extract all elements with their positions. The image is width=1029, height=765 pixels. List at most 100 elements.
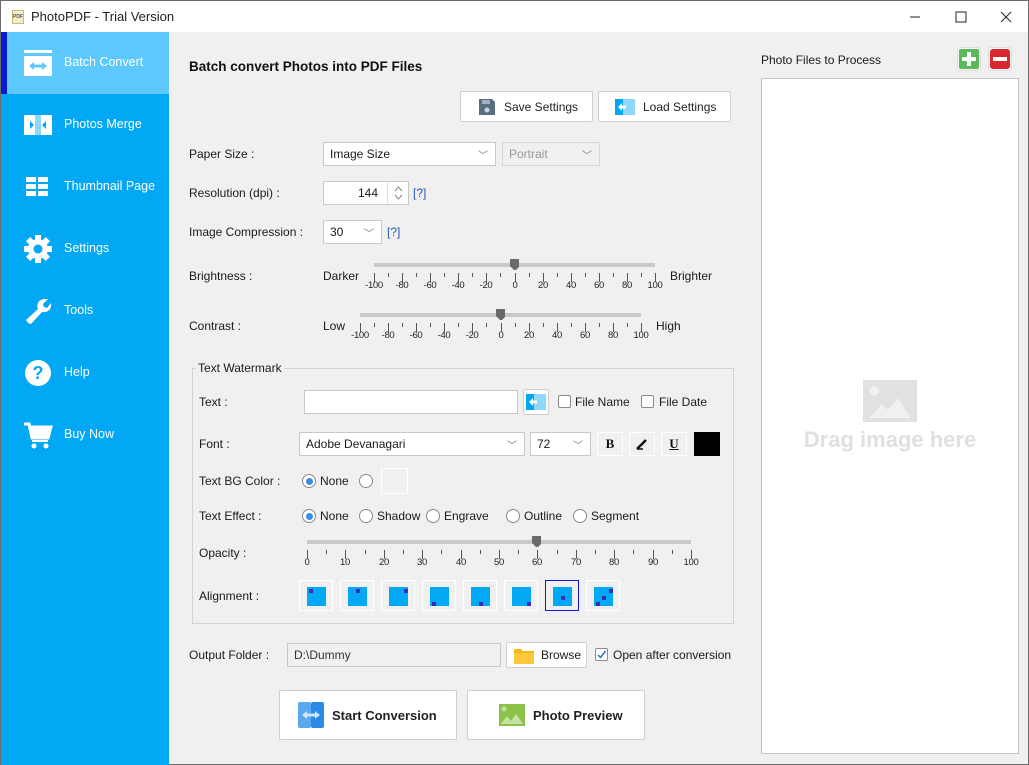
- close-icon: [1000, 11, 1012, 22]
- load-settings-button[interactable]: Load Settings: [598, 91, 731, 122]
- slider-tick-label: 50: [494, 557, 504, 568]
- slider-tick-label: 60: [594, 280, 604, 291]
- slider-tick-label: 40: [456, 557, 466, 568]
- remove-files-button[interactable]: [988, 47, 1012, 71]
- photo-preview-button[interactable]: Photo Preview: [467, 690, 645, 740]
- alignment-bottom-right-button[interactable]: [504, 580, 538, 611]
- resolution-spinner[interactable]: 144: [323, 181, 409, 205]
- sidebar-item-batch-convert[interactable]: Batch Convert: [1, 32, 169, 94]
- alignment-top-right-button[interactable]: [381, 580, 415, 611]
- output-folder-value: D:\Dummy: [294, 648, 351, 662]
- slider-tick-label: -20: [465, 330, 479, 341]
- compression-label: Image Compression :: [189, 225, 304, 239]
- alignment-dot: [561, 596, 565, 600]
- watermark-text-input[interactable]: [304, 390, 518, 414]
- slider-tick: [444, 273, 445, 277]
- sidebar-item-buy-now[interactable]: Buy Now: [1, 404, 169, 466]
- alignment-bottom-center-button[interactable]: [463, 580, 497, 611]
- slider-tick: [627, 323, 628, 327]
- file-name-checkbox[interactable]: [558, 395, 571, 408]
- sidebar-item-thumbnail-page[interactable]: Thumbnail Page: [1, 156, 169, 218]
- alignment-diagonal-button[interactable]: [586, 580, 620, 611]
- photo-files-list[interactable]: Drag image here: [761, 78, 1019, 754]
- bg-none-radio[interactable]: [302, 474, 316, 488]
- bold-button[interactable]: B: [597, 432, 623, 456]
- slider-tick-label: -100: [351, 330, 369, 341]
- up-down-icon: [394, 186, 403, 200]
- slider-thumb[interactable]: [509, 259, 519, 270]
- text-color-swatch[interactable]: [694, 432, 720, 456]
- open-after-conversion-label: Open after conversion: [613, 648, 732, 662]
- alignment-dot: [309, 589, 313, 593]
- slider-thumb[interactable]: [531, 536, 542, 547]
- alignment-bottom-left-button[interactable]: [422, 580, 456, 611]
- sidebar-item-settings[interactable]: Settings: [1, 218, 169, 280]
- insert-text-button[interactable]: [523, 389, 549, 415]
- add-files-button[interactable]: [957, 47, 981, 71]
- save-settings-button[interactable]: Save Settings: [460, 91, 593, 122]
- output-folder-input[interactable]: D:\Dummy: [287, 643, 501, 667]
- slider-tick-label: -80: [381, 330, 395, 341]
- paper-size-label: Paper Size :: [189, 147, 255, 161]
- start-conversion-button[interactable]: Start Conversion: [279, 690, 457, 740]
- load-settings-label: Load Settings: [643, 99, 717, 114]
- convert-arrows-icon: [24, 50, 52, 76]
- effect-radio-outline[interactable]: [506, 509, 520, 523]
- folder-icon: [514, 648, 534, 664]
- cart-icon: [24, 422, 53, 449]
- text-effect-label: Text Effect :: [199, 509, 262, 523]
- chevron-down-icon: ﹀: [478, 151, 488, 162]
- orientation-value: Portrait: [509, 147, 548, 161]
- effect-radio-engrave[interactable]: [426, 509, 440, 523]
- slider-tick-label: 80: [609, 557, 619, 568]
- slider-thumb[interactable]: [495, 309, 505, 320]
- file-date-checkbox[interactable]: [641, 395, 654, 408]
- close-button[interactable]: [983, 1, 1029, 32]
- compression-help-link[interactable]: [?]: [387, 225, 400, 239]
- underline-button[interactable]: U: [661, 432, 687, 456]
- slider-tick: [585, 273, 586, 277]
- slider-tick: [672, 550, 673, 554]
- alignment-top-left-button[interactable]: [299, 580, 333, 611]
- slider-tick: [365, 550, 366, 554]
- slider-tick: [571, 323, 572, 327]
- italic-button[interactable]: [629, 432, 655, 456]
- effect-radio-segment[interactable]: [573, 509, 587, 523]
- effect-radio-none[interactable]: [302, 509, 316, 523]
- slider-tick: [480, 550, 481, 554]
- slider-tick-label: 80: [622, 280, 632, 291]
- font-size-select[interactable]: 72 ﹀: [530, 432, 591, 456]
- maximize-button[interactable]: [938, 1, 984, 32]
- slider-track[interactable]: [307, 540, 691, 544]
- compression-select[interactable]: 30 ﹀: [323, 220, 382, 244]
- sidebar-item-help[interactable]: ? Help: [1, 342, 169, 404]
- chevron-down-icon: ﹀: [507, 441, 517, 452]
- font-select[interactable]: Adobe Devanagari ﹀: [299, 432, 525, 456]
- slider-tick-label: 40: [566, 280, 576, 291]
- slider-tick-label: 10: [340, 557, 350, 568]
- paper-size-select[interactable]: Image Size ﹀: [323, 142, 496, 166]
- alignment-dot: [479, 602, 483, 606]
- slider-tick: [529, 273, 530, 277]
- browse-button[interactable]: Browse: [506, 642, 587, 668]
- alignment-dot: [602, 596, 606, 600]
- slider-tick: [595, 550, 596, 554]
- sidebar-item-photos-merge[interactable]: Photos Merge: [1, 94, 169, 156]
- open-after-conversion-checkbox[interactable]: [595, 648, 608, 661]
- alignment-top-center-button[interactable]: [340, 580, 374, 611]
- spinner-arrows[interactable]: [387, 182, 408, 204]
- brightness-right-label: Brighter: [670, 269, 713, 283]
- sidebar-item-tools[interactable]: Tools: [1, 280, 169, 342]
- effect-radio-shadow[interactable]: [359, 509, 373, 523]
- slider-tick: [599, 323, 600, 327]
- slider-tick: [486, 323, 487, 327]
- image-placeholder-icon: [863, 380, 917, 422]
- minimize-button[interactable]: [892, 1, 938, 32]
- alignment-center-button[interactable]: [545, 580, 579, 611]
- gear-icon: [24, 235, 52, 263]
- slider-tick: [518, 550, 519, 554]
- resolution-help-link[interactable]: [?]: [413, 186, 426, 200]
- slider-tick: [458, 323, 459, 327]
- bg-color-radio[interactable]: [359, 474, 373, 488]
- bg-color-swatch[interactable]: [381, 468, 408, 494]
